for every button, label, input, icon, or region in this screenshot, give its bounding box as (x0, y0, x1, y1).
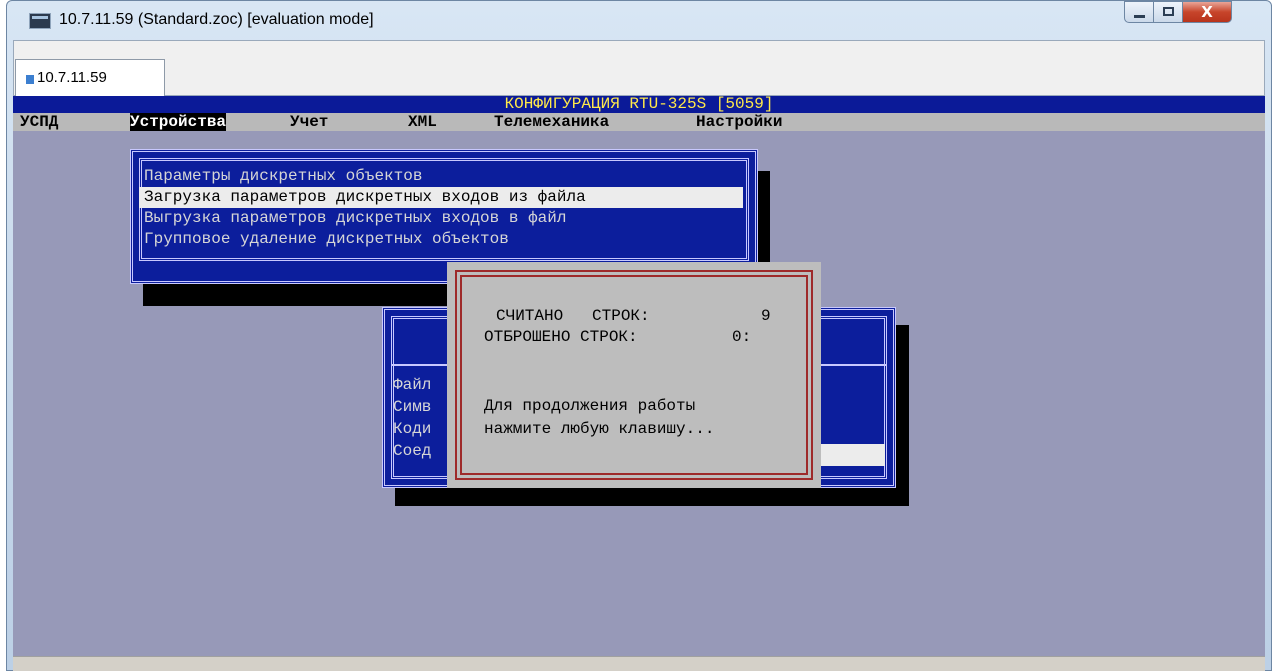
session-tab-label: 10.7.11.59 (37, 69, 107, 86)
window-title: 10.7.11.59 (Standard.zoc) [evaluation mo… (59, 11, 374, 28)
connection-field-label: Соед (393, 442, 432, 460)
encoding-field-label: Коди (393, 420, 432, 438)
rows-dropped-label: ОТБРОШЕНО СТРОК: (484, 328, 638, 346)
rows-read-label: СЧИТАНО СТРОК: (496, 307, 650, 325)
title-bar[interactable]: 10.7.11.59 (Standard.zoc) [evaluation mo… (7, 1, 1271, 41)
close-icon: X (1201, 3, 1213, 21)
message-frame (455, 270, 813, 480)
rows-read-value: 9 (761, 307, 771, 325)
menu-item-settings[interactable]: Настройки (696, 113, 782, 131)
menu-item-telemechanics[interactable]: Телемеханика (494, 113, 609, 131)
terminal-screen[interactable]: КОНФИГУРАЦИЯ RTU-325S [5059] УСПД Устрой… (13, 96, 1265, 656)
menu-item-accounting[interactable]: Учет (290, 113, 328, 131)
result-message-dialog[interactable]: СЧИТАНО СТРОК: 9 ОТБРОШЕНО СТРОК: 0: Для… (447, 262, 821, 488)
dropdown-item-group-delete[interactable]: Групповое удаление дискретных объектов (144, 229, 509, 250)
minimize-button[interactable] (1124, 1, 1154, 23)
maximize-button[interactable] (1153, 1, 1183, 23)
minimize-icon (1134, 15, 1145, 18)
dropdown-item-discrete-params[interactable]: Параметры дискретных объектов (144, 166, 422, 187)
session-tab-strip: 10.7.11.59 (13, 40, 1265, 97)
session-tab[interactable]: 10.7.11.59 (15, 59, 165, 97)
screen-title: КОНФИГУРАЦИЯ RTU-325S [5059] (13, 96, 1265, 113)
session-icon (26, 75, 34, 84)
menu-item-uspd[interactable]: УСПД (20, 113, 58, 131)
menu-item-xml[interactable]: XML (408, 113, 437, 131)
menu-bar: УСПД Устройства Учет XML Телемеханика На… (13, 113, 1265, 131)
continue-prompt-line-1: Для продолжения работы (484, 397, 696, 415)
dropdown-item-load-from-file[interactable]: Загрузка параметров дискретных входов из… (139, 187, 743, 208)
status-bar (13, 656, 1265, 671)
continue-prompt-line-2: нажмите любую клавишу... (484, 420, 715, 438)
close-button[interactable]: X (1182, 1, 1232, 23)
maximize-icon (1163, 7, 1174, 16)
charset-field-label: Симв (393, 398, 432, 416)
dropdown-item-export-to-file[interactable]: Выгрузка параметров дискретных входов в … (144, 208, 566, 229)
connection-field-input[interactable] (815, 444, 885, 466)
rows-dropped-value: 0: (732, 328, 752, 346)
menu-item-devices[interactable]: Устройства (130, 113, 227, 131)
file-field-label: Файл (393, 376, 432, 394)
terminal-app-icon (29, 13, 51, 29)
